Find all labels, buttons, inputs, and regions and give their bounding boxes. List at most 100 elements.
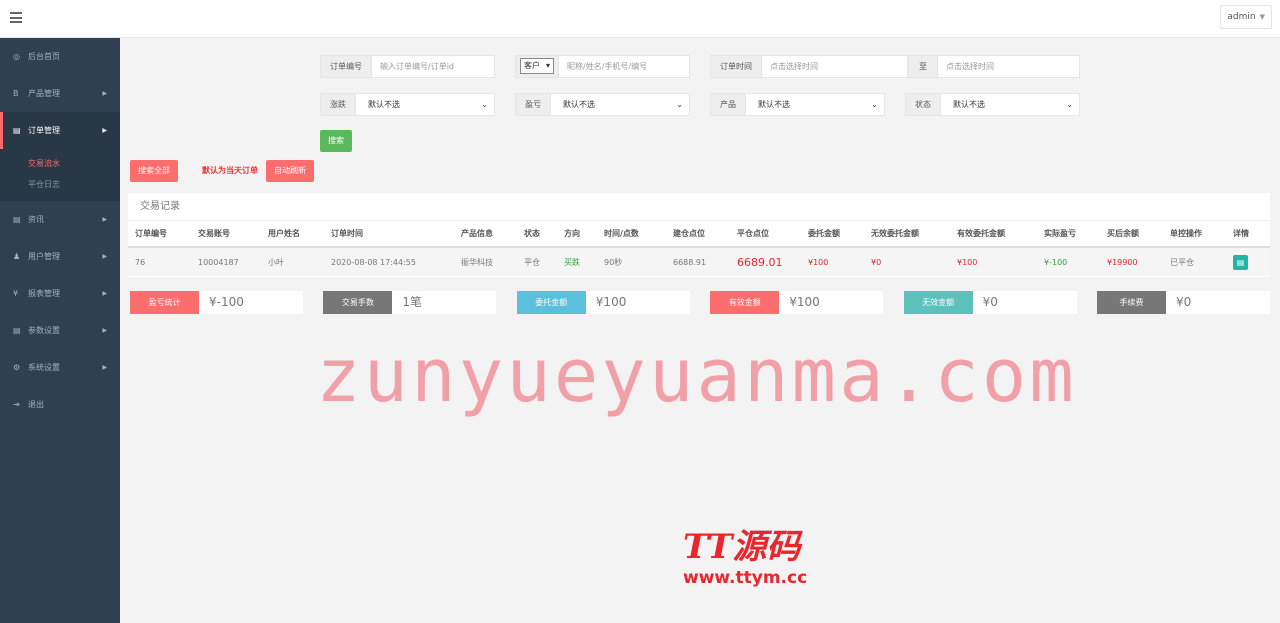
stat-label: 委托金额 xyxy=(516,291,586,314)
order-time-label: 订单时间 xyxy=(711,56,762,77)
sidebar-item-label: 报表管理 xyxy=(28,289,60,298)
sidebar-item-order[interactable]: ▤ 订单管理 ▶ xyxy=(0,112,120,149)
select-arrow-icon: ▾ xyxy=(546,61,551,70)
column-header: 订单编号 xyxy=(128,221,191,248)
ttym-logo: TT源码 www.ttym.cc xyxy=(675,526,845,596)
sidebar: ◎ 后台首页 B 产品管理 ▶ ▤ 订单管理 ▶ 交易流水 平仓日志 ▤ 资讯 ▶ ♟ 用户管理 ▶ ¥ 报表管理… xyxy=(0,38,120,623)
cell-value: ¥100 xyxy=(808,257,829,267)
status-select[interactable]: 默认不选 ⌄ xyxy=(941,94,1079,115)
sidebar-item-home[interactable]: ◎ 后台首页 xyxy=(0,38,120,75)
stat-label: 盈亏统计 xyxy=(130,291,199,314)
yen-icon: ¥ xyxy=(13,289,19,298)
cell-value: 小叶 xyxy=(268,257,284,267)
search-all-button[interactable]: 搜索全部 xyxy=(130,160,178,182)
profit-stat: 盈亏统计 ¥-100 xyxy=(130,291,303,314)
chevron-down-icon: ⌄ xyxy=(871,100,878,109)
table-cell: ▤ xyxy=(1226,247,1270,276)
sidebar-item-label: 用户管理 xyxy=(28,252,60,261)
column-header: 用户姓名 xyxy=(261,221,324,248)
caret-right-icon: ▶ xyxy=(102,290,107,297)
sidebar-item-product[interactable]: B 产品管理 ▶ xyxy=(0,75,120,112)
order-time-end-input[interactable]: 点击选择时间 xyxy=(938,56,1079,77)
column-header: 时间/点数 xyxy=(597,221,666,248)
rise-fall-select[interactable]: 默认不选 ⌄ xyxy=(356,94,494,115)
sidebar-item-news[interactable]: ▤ 资讯 ▶ xyxy=(0,201,120,238)
search-button[interactable]: 搜索 xyxy=(320,130,352,152)
sidebar-item-label: 退出 xyxy=(28,400,44,409)
sidebar-item-label: 系统设置 xyxy=(28,363,60,372)
column-header: 委托金额 xyxy=(801,221,864,248)
trade-count-stat: 交易手数 1笔 xyxy=(323,291,497,314)
submenu-trade-flow[interactable]: 交易流水 xyxy=(0,153,120,174)
cell-value: 2020-08-08 17:44:55 xyxy=(331,257,416,267)
admin-label: admin xyxy=(1227,12,1256,22)
status-label: 状态 xyxy=(906,94,941,115)
order-icon: ▤ xyxy=(13,126,21,135)
menu-toggle-icon[interactable] xyxy=(10,12,22,23)
caret-right-icon: ▶ xyxy=(102,253,107,260)
product-group: 产品 默认不选 ⌄ xyxy=(710,93,885,116)
chevron-down-icon: ⌄ xyxy=(1066,100,1073,109)
table-cell: ¥0 xyxy=(864,247,950,276)
rise-fall-label: 涨跌 xyxy=(321,94,356,115)
column-header: 单控操作 xyxy=(1163,221,1226,248)
cell-value: 振华科技 xyxy=(461,257,493,267)
stat-label: 无效金额 xyxy=(903,291,973,314)
admin-dropdown[interactable]: admin ▼ xyxy=(1220,5,1272,29)
customer-type-select[interactable]: 客户 ▾ xyxy=(520,58,555,74)
stat-label: 手续费 xyxy=(1097,291,1166,314)
top-header: admin ▼ xyxy=(0,0,1280,38)
dashboard-icon: ◎ xyxy=(13,52,20,61)
bitcoin-icon: B xyxy=(13,89,19,98)
column-header: 交易账号 xyxy=(191,221,261,248)
column-header: 实际盈亏 xyxy=(1037,221,1100,248)
submenu-close-log[interactable]: 平仓日志 xyxy=(0,174,120,195)
cell-value: 6688.91 xyxy=(673,257,707,267)
stat-label: 有效金额 xyxy=(710,291,780,314)
product-value: 默认不选 xyxy=(758,100,790,109)
order-time-start-input[interactable]: 点击选择时间 xyxy=(762,56,907,77)
cell-value: 买跌 xyxy=(564,257,580,267)
sidebar-item-user[interactable]: ♟ 用户管理 ▶ xyxy=(0,238,120,275)
table-row: 76 10004187 小叶 2020-08-08 17:44:55 振华科技 平仓 买跌 9… xyxy=(128,247,1270,276)
sidebar-item-logout[interactable]: ⇥ 退出 xyxy=(0,386,120,423)
customer-input[interactable]: 昵称/姓名/手机号/编号 xyxy=(559,56,689,77)
order-no-input[interactable]: 输入订单编号/订单id xyxy=(372,56,494,77)
sidebar-item-system[interactable]: ⚙ 系统设置 ▶ xyxy=(0,349,120,386)
table-cell: 10004187 xyxy=(191,247,261,276)
column-header: 产品信息 xyxy=(454,221,517,248)
sidebar-item-label: 产品管理 xyxy=(28,89,60,98)
invalid-amount-stat: 无效金额 ¥0 xyxy=(903,291,1077,314)
table-cell: ¥19900 xyxy=(1100,247,1163,276)
column-header: 状态 xyxy=(517,221,557,248)
cell-value: ¥100 xyxy=(957,257,978,267)
profit-group: 盈亏 默认不选 ⌄ xyxy=(515,93,690,116)
trade-records-panel: 交易记录 订单编号 交易账号 用户姓名 订单时间 产品信息 状态 方向 时间/点数 建仓点位 平仓… xyxy=(128,193,1270,277)
table-cell: 6688.91 xyxy=(666,247,730,276)
profit-select[interactable]: 默认不选 ⌄ xyxy=(551,94,689,115)
stat-value: ¥-100 xyxy=(209,295,244,309)
column-header: 方向 xyxy=(557,221,597,248)
table-cell: ¥100 xyxy=(950,247,1037,276)
cell-value: 平仓 xyxy=(524,257,540,267)
sidebar-item-report[interactable]: ¥ 报表管理 ▶ xyxy=(0,275,120,312)
profit-label: 盈亏 xyxy=(516,94,551,115)
watermark-text: zunyueyuanma.com xyxy=(316,333,1077,419)
logo-url: www.ttym.cc xyxy=(683,568,808,588)
customer-group: 客户 ▾ 昵称/姓名/手机号/编号 xyxy=(515,55,690,78)
auto-refresh-button[interactable]: 自动刷新 xyxy=(266,160,314,182)
detail-icon[interactable]: ▤ xyxy=(1233,254,1248,270)
sidebar-item-params[interactable]: ▤ 参数设置 ▶ xyxy=(0,312,120,349)
table-cell: ¥-100 xyxy=(1037,247,1100,276)
gears-icon: ⚙ xyxy=(13,363,21,372)
cell-value: 76 xyxy=(135,257,146,267)
order-no-group: 订单编号 输入订单编号/订单id xyxy=(320,55,495,78)
signout-icon: ⇥ xyxy=(13,400,20,409)
sidebar-item-label: 资讯 xyxy=(28,215,44,224)
default-today-note: 默认为当天订单 xyxy=(202,166,258,175)
cell-value: ¥19900 xyxy=(1107,257,1138,267)
customer-type-value: 客户 xyxy=(524,61,540,70)
entrust-amount-stat: 委托金额 ¥100 xyxy=(516,291,690,314)
product-select[interactable]: 默认不选 ⌄ xyxy=(746,94,884,115)
valid-amount-stat: 有效金额 ¥100 xyxy=(710,291,884,314)
